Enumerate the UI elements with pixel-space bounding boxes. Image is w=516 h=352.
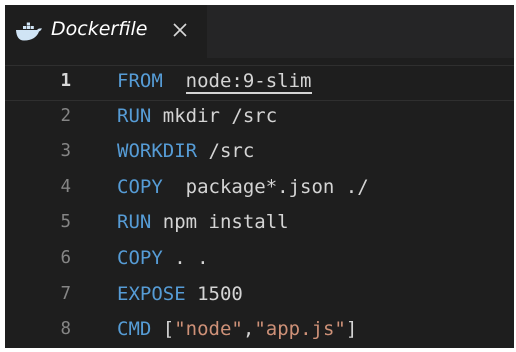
line-number: 5 bbox=[60, 212, 71, 233]
line-content: COPY . . bbox=[117, 247, 209, 269]
argument: node:9-slim bbox=[185, 70, 312, 94]
line-number: 7 bbox=[60, 283, 71, 304]
line-number: 3 bbox=[60, 141, 71, 162]
code-line[interactable]: 4 COPY package*.json ./ bbox=[5, 172, 514, 208]
argument: package*.json ./ bbox=[185, 175, 369, 198]
argument: 1500 bbox=[197, 282, 243, 305]
bracket: [ bbox=[162, 318, 175, 341]
line-number: 8 bbox=[60, 319, 71, 340]
keyword: RUN bbox=[117, 211, 152, 234]
keyword: EXPOSE bbox=[117, 282, 186, 305]
keyword: WORKDIR bbox=[117, 140, 198, 163]
tab-dockerfile[interactable]: Dockerfile bbox=[5, 5, 207, 58]
line-content: CMD ["node","app.js"] bbox=[117, 318, 357, 340]
line-content: RUN mkdir /src bbox=[117, 105, 277, 127]
line-content: EXPOSE 1500 bbox=[117, 283, 243, 305]
string-literal: "app.js" bbox=[254, 318, 346, 341]
line-content: WORKDIR /src bbox=[117, 140, 254, 162]
argument: . . bbox=[174, 246, 209, 269]
code-line[interactable]: 3 WORKDIR /src bbox=[5, 136, 514, 172]
code-line[interactable]: 5 RUN npm install bbox=[5, 207, 514, 243]
bracket: ] bbox=[345, 318, 358, 341]
code-line[interactable]: 2 RUN mkdir /src bbox=[5, 101, 514, 137]
keyword: COPY bbox=[117, 175, 163, 198]
line-number: 6 bbox=[60, 247, 71, 268]
code-line[interactable]: 1 FROM node:9-slim bbox=[5, 65, 514, 101]
argument: /src bbox=[208, 140, 255, 163]
code-line[interactable]: 7 EXPOSE 1500 bbox=[5, 279, 514, 315]
docker-whale-icon bbox=[16, 22, 42, 41]
line-number: 4 bbox=[60, 176, 71, 197]
keyword: RUN bbox=[117, 104, 152, 127]
tab-title: Dockerfile bbox=[51, 18, 148, 40]
line-content: RUN npm install bbox=[117, 211, 289, 233]
keyword: FROM bbox=[117, 70, 163, 92]
argument: npm install bbox=[162, 211, 289, 234]
line-number: 1 bbox=[60, 71, 71, 91]
keyword: COPY bbox=[117, 246, 163, 269]
line-content: FROM node:9-slim bbox=[117, 70, 312, 94]
comma: , bbox=[242, 318, 255, 341]
code-line[interactable]: 8 CMD ["node","app.js"] bbox=[5, 314, 514, 348]
tab-bar: Dockerfile bbox=[5, 5, 514, 58]
line-content: COPY package*.json ./ bbox=[117, 176, 369, 198]
argument: mkdir /src bbox=[162, 104, 278, 127]
close-icon[interactable] bbox=[171, 21, 189, 39]
string-literal: "node" bbox=[174, 318, 243, 341]
code-area[interactable]: 1 FROM node:9-slim 2 RUN mkdir /src 3 WO… bbox=[5, 65, 514, 348]
code-line[interactable]: 6 COPY . . bbox=[5, 243, 514, 279]
editor-window: Dockerfile 1 FROM node:9-slim 2 RUN mkdi… bbox=[5, 5, 514, 348]
keyword: CMD bbox=[117, 318, 152, 341]
line-number: 2 bbox=[60, 105, 71, 126]
